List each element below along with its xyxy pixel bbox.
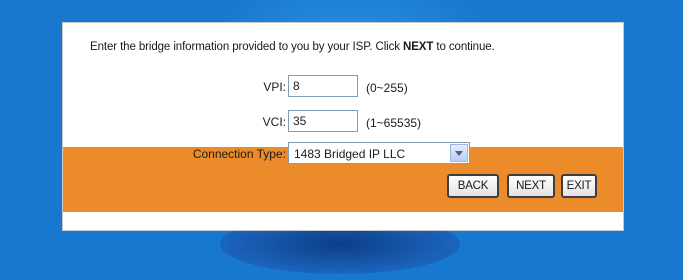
connection-type-row: Connection Type: 1483 Bridged IP LLC bbox=[63, 142, 623, 166]
vci-label: VCI: bbox=[262, 115, 286, 129]
chevron-down-icon[interactable] bbox=[450, 144, 468, 162]
bridge-settings-panel: Enter the bridge information provided to… bbox=[62, 22, 624, 231]
connection-type-value: 1483 Bridged IP LLC bbox=[294, 147, 406, 161]
vci-input[interactable] bbox=[288, 110, 358, 132]
vpi-range: (0~255) bbox=[366, 81, 408, 95]
exit-button[interactable]: EXIT bbox=[561, 174, 597, 198]
vci-row: VCI: (1~65535) bbox=[63, 110, 623, 134]
vci-range: (1~65535) bbox=[366, 116, 422, 130]
vpi-row: VPI: (0~255) bbox=[63, 75, 623, 99]
back-button[interactable]: BACK bbox=[447, 174, 499, 198]
vpi-input[interactable] bbox=[288, 75, 358, 97]
connection-type-select[interactable]: 1483 Bridged IP LLC bbox=[288, 142, 470, 164]
connection-type-label: Connection Type: bbox=[192, 147, 286, 161]
next-button[interactable]: NEXT bbox=[507, 174, 555, 198]
instructions-text: Enter the bridge information provided to… bbox=[90, 41, 495, 53]
vpi-label: VPI: bbox=[263, 80, 286, 94]
